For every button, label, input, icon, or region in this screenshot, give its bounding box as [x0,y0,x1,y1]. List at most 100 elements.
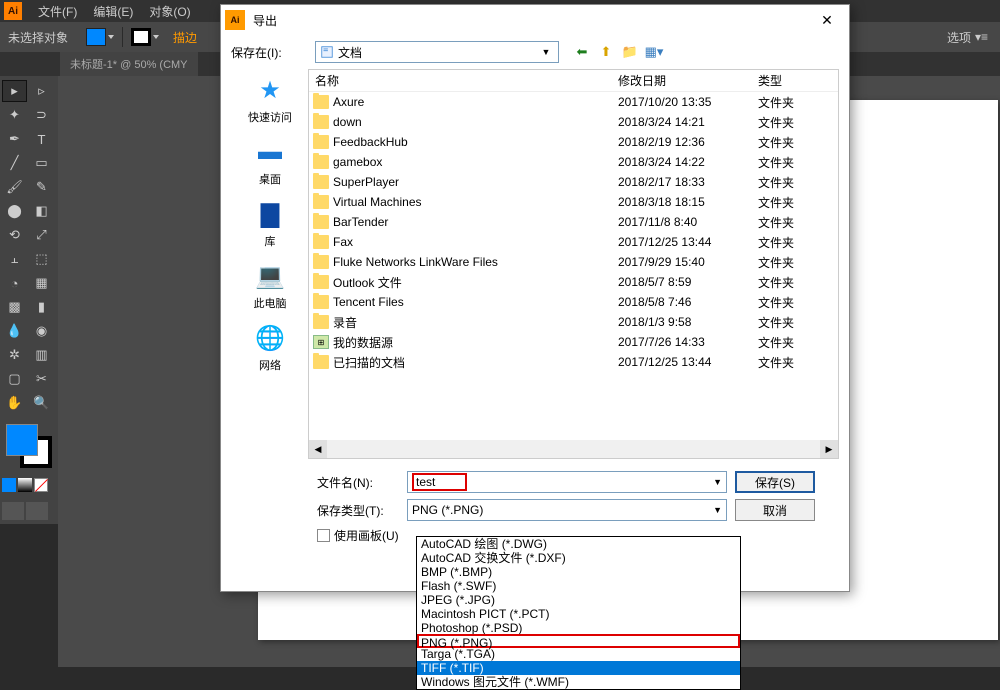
zoom-tool[interactable]: 🔍 [29,392,54,414]
format-option[interactable]: Photoshop (*.PSD) [417,621,740,635]
color-swatches[interactable] [2,420,56,470]
artboard-tool[interactable]: ▢ [2,368,27,390]
file-row[interactable]: Virtual Machines2018/3/18 18:15文件夹 [309,192,838,212]
datasource-icon: ⊞ [313,335,329,349]
magic-wand-tool[interactable]: ✦ [2,104,27,126]
export-dialog: Ai 导出 ✕ 保存在(I): 文档 ▼ ⬅ ⬆ 📁 ▦▾ ★快速访问 ▬桌面 ▇库… [220,4,850,592]
tab-document[interactable]: 未标题-1* @ 50% (CMY [60,52,198,76]
close-button[interactable]: ✕ [809,8,845,32]
horizontal-scrollbar[interactable]: ◀ ▶ [309,440,838,458]
paintbrush-tool[interactable]: 🖌 [2,176,27,198]
column-name[interactable]: 名称 [309,72,618,89]
folder-icon [313,95,329,109]
stroke-color-control[interactable] [131,28,159,46]
type-tool[interactable]: T [29,128,54,150]
file-row[interactable]: BarTender2017/11/8 8:40文件夹 [309,212,838,232]
width-tool[interactable]: ⫠ [2,248,27,270]
file-row[interactable]: down2018/3/24 14:21文件夹 [309,112,838,132]
file-type: 文件夹 [758,114,838,131]
new-folder-button[interactable]: 📁 [619,41,641,63]
options-label[interactable]: 选项 [947,29,971,46]
hand-tool[interactable]: ✋ [2,392,27,414]
place-item[interactable]: ▬桌面 [253,135,287,187]
save-in-combo[interactable]: 文档 ▼ [315,41,559,63]
format-option[interactable]: PNG (*.PNG) [417,634,740,648]
place-item[interactable]: 🌐网络 [253,321,287,373]
cancel-button[interactable]: 取消 [735,499,815,521]
format-option[interactable]: AutoCAD 绘图 (*.DWG) [417,537,740,551]
use-artboards-checkbox[interactable] [317,529,330,542]
dialog-titlebar[interactable]: Ai 导出 ✕ [221,5,849,35]
place-item[interactable]: ▇库 [253,197,287,249]
file-name: Tencent Files [333,295,618,309]
menu-edit[interactable]: 编辑(E) [85,3,141,20]
free-transform-tool[interactable]: ⬚ [29,248,54,270]
back-button[interactable]: ⬅ [571,41,593,63]
scroll-left-icon[interactable]: ◀ [309,440,327,458]
shape-builder-tool[interactable]: ◔ [2,272,27,294]
line-tool[interactable]: ╱ [2,152,27,174]
format-option[interactable]: AutoCAD 交换文件 (*.DXF) [417,551,740,565]
file-type: 文件夹 [758,214,838,231]
blob-brush-tool[interactable]: ⬤ [2,200,27,222]
file-row[interactable]: ⊞我的数据源2017/7/26 14:33文件夹 [309,332,838,352]
place-item[interactable]: 💻此电脑 [253,259,287,311]
pencil-tool[interactable]: ✎ [29,176,54,198]
file-row[interactable]: Outlook 文件2018/5/7 8:59文件夹 [309,272,838,292]
column-graph-tool[interactable]: ▥ [29,344,54,366]
save-button[interactable]: 保存(S) [735,471,815,493]
fill-color-control[interactable] [86,28,114,46]
gradient-tool[interactable]: ▮ [29,296,54,318]
lasso-tool[interactable]: ⊃ [29,104,54,126]
file-row[interactable]: Fluke Networks LinkWare Files2017/9/29 1… [309,252,838,272]
file-row[interactable]: 录音2018/1/3 9:58文件夹 [309,312,838,332]
slice-tool[interactable]: ✂ [29,368,54,390]
file-name: BarTender [333,215,618,229]
format-option[interactable]: JPEG (*.JPG) [417,593,740,607]
filename-input[interactable]: test ▼ [407,471,727,493]
menu-file[interactable]: 文件(F) [30,3,85,20]
view-menu-button[interactable]: ▦▾ [643,41,665,63]
file-type: 文件夹 [758,234,838,251]
file-row[interactable]: Fax2017/12/25 13:44文件夹 [309,232,838,252]
eyedropper-tool[interactable]: 💧 [2,320,27,342]
pen-tool[interactable]: ✒ [2,128,27,150]
format-option[interactable]: Windows 图元文件 (*.WMF) [417,675,740,689]
stroke-swatch-icon [131,28,151,46]
direct-selection-tool[interactable]: ▹ [29,80,54,102]
file-row[interactable]: Axure2017/10/20 13:35文件夹 [309,92,838,112]
place-item[interactable]: ★快速访问 [248,73,292,125]
file-type: 文件夹 [758,154,838,171]
file-row[interactable]: SuperPlayer2018/2/17 18:33文件夹 [309,172,838,192]
up-button[interactable]: ⬆ [595,41,617,63]
file-list[interactable]: Axure2017/10/20 13:35文件夹down2018/3/24 14… [309,92,838,456]
file-row[interactable]: gamebox2018/3/24 14:22文件夹 [309,152,838,172]
format-option[interactable]: Flash (*.SWF) [417,579,740,593]
column-type[interactable]: 类型 [758,72,838,89]
filetype-combo[interactable]: PNG (*.PNG) ▼ [407,499,727,521]
selection-tool[interactable]: ▸ [2,80,27,102]
menu-icon[interactable]: ▾≡ [975,30,988,44]
mesh-tool[interactable]: ▩ [2,296,27,318]
format-option[interactable]: TIFF (*.TIF) [417,661,740,675]
scale-tool[interactable]: ⤢ [29,224,54,246]
file-row[interactable]: 已扫描的文档2017/12/25 13:44文件夹 [309,352,838,372]
format-option[interactable]: Macintosh PICT (*.PCT) [417,607,740,621]
rectangle-tool[interactable]: ▭ [29,152,54,174]
menu-object[interactable]: 对象(O) [141,3,198,20]
eraser-tool[interactable]: ◧ [29,200,54,222]
symbol-sprayer-tool[interactable]: ✲ [2,344,27,366]
color-mode-toggle[interactable] [2,478,48,492]
file-row[interactable]: Tencent Files2018/5/8 7:46文件夹 [309,292,838,312]
perspective-tool[interactable]: ▦ [29,272,54,294]
screen-mode-toggle[interactable] [2,502,48,520]
file-date: 2018/1/3 9:58 [618,315,758,329]
filename-label: 文件名(N): [317,474,399,491]
blend-tool[interactable]: ◉ [29,320,54,342]
column-date[interactable]: 修改日期 [618,72,758,89]
scroll-right-icon[interactable]: ▶ [820,440,838,458]
rotate-tool[interactable]: ⟲ [2,224,27,246]
format-option[interactable]: BMP (*.BMP) [417,565,740,579]
file-row[interactable]: FeedbackHub2018/2/19 12:36文件夹 [309,132,838,152]
save-in-label: 保存在(I): [231,44,309,61]
